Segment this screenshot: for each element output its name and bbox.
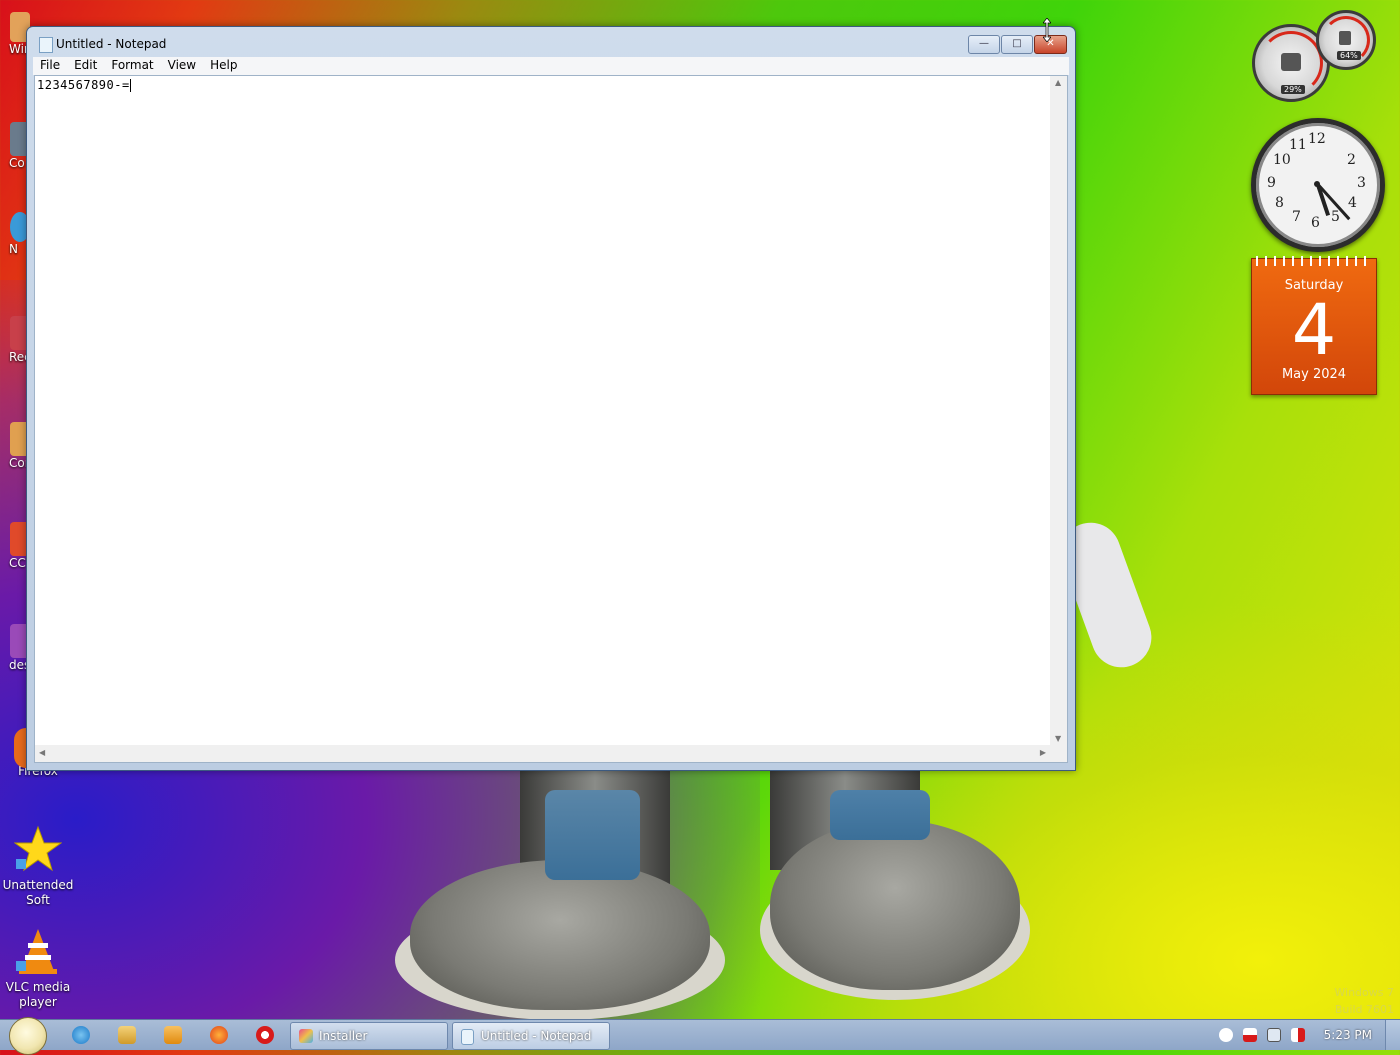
shoe-tongue-right (830, 790, 930, 840)
maximize-button[interactable]: □ (1001, 35, 1033, 54)
shoe-left (410, 860, 710, 1010)
menu-view[interactable]: View (161, 57, 203, 73)
desktop-icon-label: Unattended Soft (2, 878, 74, 907)
title-bar[interactable]: Untitled - Notepad — □ ✕ (27, 27, 1075, 59)
clock-number: 2 (1347, 152, 1356, 168)
watermark-line: Build 7601 (1334, 1003, 1394, 1016)
text-caret (129, 79, 131, 92)
show-desktop-button[interactable] (1385, 1020, 1400, 1050)
clock-number: 12 (1308, 131, 1326, 147)
clock-number: 11 (1289, 137, 1307, 153)
clock-number: 3 (1357, 175, 1366, 191)
cpu-percent-badge: 29% (1281, 85, 1305, 94)
window-title: Untitled - Notepad (56, 37, 167, 51)
star-icon (14, 825, 62, 872)
scroll-up-arrow-icon[interactable]: ▲ (1055, 78, 1061, 87)
calendar-rings (1256, 256, 1372, 266)
menu-bar: File Edit Format View Help (33, 57, 1069, 75)
notepad-icon (39, 37, 53, 53)
editor-text: 1234567890-= (37, 78, 130, 92)
scroll-down-arrow-icon[interactable]: ▼ (1055, 734, 1061, 743)
taskbar-button-label: Installer (319, 1029, 368, 1043)
taskbar-button-label: Untitled - Notepad (481, 1029, 592, 1043)
windows-watermark: Windows 7 Build 7601 (1334, 984, 1394, 1018)
desktop-icon-vlc[interactable]: VLC media player (0, 924, 76, 1010)
editor-content[interactable]: 1234567890-= (37, 78, 131, 92)
vlc-cone-icon (16, 929, 57, 974)
clock-gadget[interactable]: 12 2 3 4 5 6 7 8 9 10 11 (1251, 118, 1385, 252)
start-button[interactable] (9, 1017, 47, 1055)
clock-number: 4 (1348, 195, 1357, 211)
horizontal-scrollbar[interactable]: ◀ ▶ (35, 745, 1050, 762)
desktop-icon-unattended-soft[interactable]: Unattended Soft (0, 822, 76, 908)
memory-meter-gadget-small[interactable]: 64% (1316, 10, 1376, 70)
opera-icon[interactable] (256, 1026, 274, 1044)
taskbar-button-installer[interactable]: Installer (290, 1022, 448, 1050)
network-icon[interactable] (1267, 1028, 1281, 1042)
calendar-month-year: May 2024 (1281, 367, 1347, 382)
scroll-right-arrow-icon[interactable]: ▶ (1040, 748, 1046, 757)
clock-number: 6 (1311, 215, 1320, 231)
clock-number: 7 (1292, 209, 1301, 225)
clock-number: 5 (1331, 209, 1340, 225)
menu-help[interactable]: Help (203, 57, 244, 73)
file-explorer-icon[interactable] (118, 1026, 136, 1044)
clock-number: 9 (1267, 175, 1276, 191)
calendar-day-number: 4 (1291, 289, 1337, 371)
notepad-icon (461, 1029, 474, 1045)
memory-percent-badge: 64% (1337, 51, 1361, 60)
gauge-center (1339, 31, 1351, 45)
installer-icon (299, 1029, 313, 1043)
taskbar-button-notepad[interactable]: Untitled - Notepad (452, 1022, 610, 1050)
action-center-icon[interactable] (1243, 1028, 1257, 1042)
desktop-icon-label: VLC media player (5, 980, 71, 1009)
system-clock[interactable]: 5:23 PM (1324, 1028, 1372, 1042)
language-icon[interactable] (1219, 1028, 1233, 1042)
gauge-center (1281, 53, 1301, 71)
shoe-right (770, 820, 1020, 990)
notepad-window[interactable]: Untitled - Notepad — □ ✕ File Edit Format V… (26, 26, 1076, 771)
text-area[interactable]: 1234567890-= ▲ ▼ ◀ ▶ (34, 75, 1068, 763)
volume-muted-icon[interactable] (1291, 1028, 1305, 1042)
vertical-scrollbar[interactable]: ▲ ▼ (1050, 76, 1067, 745)
clock-number: 10 (1273, 152, 1291, 168)
internet-explorer-icon[interactable] (72, 1026, 90, 1044)
minimize-button[interactable]: — (968, 35, 1000, 54)
menu-edit[interactable]: Edit (67, 57, 104, 73)
firefox-icon[interactable] (210, 1026, 228, 1044)
menu-file[interactable]: File (33, 57, 67, 73)
media-player-icon[interactable] (164, 1026, 182, 1044)
clock-center-dot (1314, 181, 1320, 187)
shoe-tongue-left (545, 790, 640, 880)
resize-cursor-icon (1042, 17, 1052, 43)
scroll-left-arrow-icon[interactable]: ◀ (39, 748, 45, 757)
taskbar: Installer Untitled - Notepad 5:23 PM (0, 1017, 1400, 1055)
calendar-gadget[interactable]: Saturday 4 May 2024 (1251, 256, 1377, 395)
size-grip[interactable] (1050, 745, 1067, 762)
menu-format[interactable]: Format (104, 57, 160, 73)
watermark-line: Windows 7 (1334, 986, 1394, 999)
clock-number: 8 (1275, 195, 1284, 211)
